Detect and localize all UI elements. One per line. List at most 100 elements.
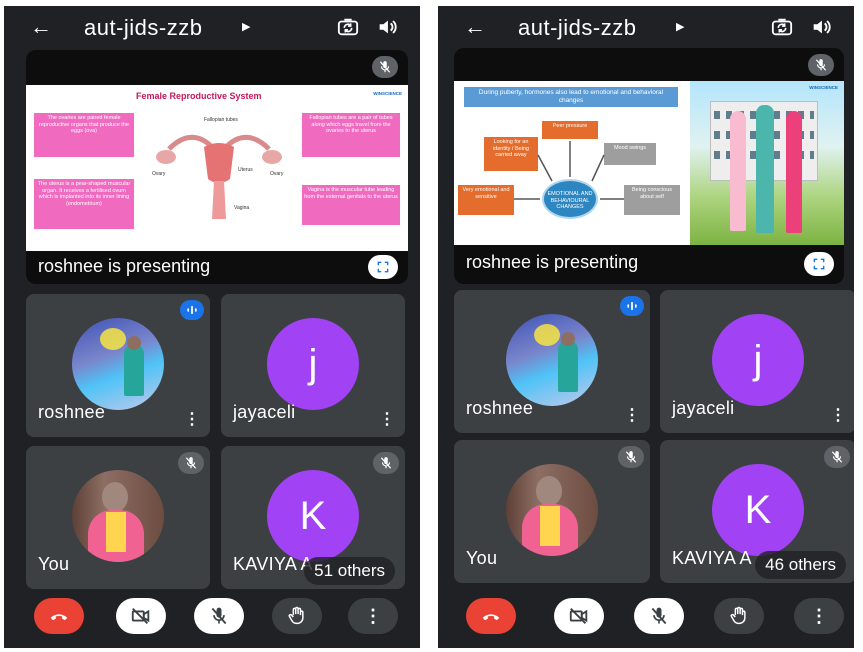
avatar: K [712, 464, 804, 556]
raise-hand-button[interactable] [714, 598, 764, 634]
hang-up-icon [48, 605, 70, 627]
slide-box-fallopian: Fallopian tubes are a pair of tubes alon… [302, 113, 400, 157]
caret-right-icon[interactable]: ▶ [242, 20, 250, 33]
camera-off-icon [568, 605, 590, 627]
participant-name: jayaceli [672, 398, 735, 418]
camera-off-icon [130, 605, 152, 627]
camera-off-button[interactable] [116, 598, 166, 634]
participant-tile-roshnee[interactable]: roshnee ⋮ [26, 294, 210, 437]
mic-off-icon [379, 456, 393, 470]
voice-activity-icon [185, 303, 199, 317]
more-options-icon[interactable]: ⋮ [379, 412, 395, 427]
top-bar: ← aut-jids-zzb ▶ [4, 6, 420, 48]
mic-off-icon [814, 58, 828, 72]
presentation-stage[interactable]: Female Reproductive System WINSCIENCE Th… [26, 50, 408, 284]
mic-off-icon [209, 606, 229, 626]
back-arrow-icon[interactable]: ← [30, 14, 52, 40]
hang-up-button[interactable] [34, 598, 84, 634]
avatar [72, 318, 164, 410]
participant-tile-you[interactable]: You [26, 446, 210, 589]
more-options-icon[interactable]: ⋮ [830, 408, 846, 423]
more-options-button[interactable]: ⋮ [794, 598, 844, 634]
participant-name: roshnee [38, 402, 106, 422]
voice-activity-icon [625, 299, 639, 313]
participant-tile-kaviya[interactable]: K KAVIYA A 46 others [660, 440, 854, 583]
slide-title: Female Reproductive System [136, 91, 262, 101]
participant-name: jayaceli [233, 402, 296, 422]
call-controls: ⋮ [4, 588, 420, 648]
slide-box-vagina: Vagina is the muscular tube leading from… [302, 185, 400, 225]
more-options-button[interactable]: ⋮ [348, 598, 398, 634]
others-count-chip[interactable]: 46 others [755, 551, 846, 579]
meeting-code[interactable]: aut-jids-zzb [84, 15, 202, 41]
muted-badge [373, 452, 399, 474]
mic-off-button[interactable] [194, 598, 244, 634]
diagram-label-ovary-right: Ovary [270, 171, 284, 177]
mic-off-icon [184, 456, 198, 470]
avatar: j [712, 314, 804, 406]
more-options-icon: ⋮ [810, 605, 828, 626]
presenting-label: roshnee is presenting [38, 256, 211, 276]
avatar [506, 314, 598, 406]
speaker-icon[interactable] [376, 16, 398, 38]
raise-hand-icon [728, 605, 750, 627]
speaker-icon[interactable] [810, 16, 832, 38]
slide-illustration: WINSCIENCE [690, 81, 844, 245]
slide-logo: WINSCIENCE [373, 91, 402, 96]
mic-off-icon [830, 450, 844, 464]
presentation-stage[interactable]: During puberty, hormones also lead to em… [454, 48, 844, 284]
diagram-label-vagina: Vagina [234, 205, 249, 211]
back-arrow-icon[interactable]: ← [464, 14, 486, 40]
diagram-label-uterus: Uterus [238, 167, 253, 173]
fullscreen-icon [812, 257, 826, 271]
participant-name: You [466, 548, 498, 568]
mic-off-icon [378, 60, 392, 74]
presenting-label: roshnee is presenting [466, 252, 639, 272]
slide-logo: WINSCIENCE [809, 85, 838, 90]
speaking-indicator [180, 300, 204, 320]
switch-camera-icon[interactable] [336, 16, 360, 38]
shared-slide: During puberty, hormones also lead to em… [454, 81, 844, 245]
hang-up-button[interactable] [466, 598, 516, 634]
diagram-label-fallopian: Fallopian tubes [204, 117, 238, 123]
participant-name: You [38, 554, 70, 574]
call-screen-2: ← aut-jids-zzb ▶ During puberty, hormone… [438, 6, 854, 648]
call-screen-1: ← aut-jids-zzb ▶ Female Reproductive Sys… [4, 6, 420, 648]
fullscreen-button[interactable] [368, 255, 398, 279]
mic-off-icon [649, 606, 669, 626]
more-options-icon[interactable]: ⋮ [184, 412, 200, 427]
switch-camera-icon[interactable] [770, 16, 794, 38]
muted-badge [618, 446, 644, 468]
muted-badge [178, 452, 204, 474]
avatar [506, 464, 598, 556]
caret-right-icon[interactable]: ▶ [676, 20, 684, 33]
meeting-code[interactable]: aut-jids-zzb [518, 15, 636, 41]
more-options-icon: ⋮ [364, 605, 382, 626]
slide-arrows [514, 141, 624, 200]
more-options-icon[interactable]: ⋮ [624, 408, 640, 423]
others-count-chip[interactable]: 51 others [304, 557, 395, 585]
participant-tile-jayaceli[interactable]: j jayaceli ⋮ [660, 290, 854, 433]
avatar [72, 470, 164, 562]
top-bar: ← aut-jids-zzb ▶ [438, 6, 854, 48]
muted-badge [824, 446, 850, 468]
fullscreen-button[interactable] [804, 252, 834, 276]
participant-name: KAVIYA A [672, 548, 752, 568]
mic-off-button[interactable] [634, 598, 684, 634]
participant-tile-you[interactable]: You [454, 440, 650, 583]
diagram-label-ovary-left: Ovary [152, 171, 166, 177]
raise-hand-icon [286, 605, 308, 627]
speaking-indicator [620, 296, 644, 316]
fullscreen-icon [376, 260, 390, 274]
call-controls: ⋮ [438, 588, 854, 648]
presenter-muted-badge [372, 56, 398, 78]
presenter-muted-badge [808, 54, 834, 76]
participant-name: KAVIYA A [233, 554, 313, 574]
participant-name: roshnee [466, 398, 534, 418]
camera-off-button[interactable] [554, 598, 604, 634]
participant-tile-kaviya[interactable]: K KAVIYA A 51 others [221, 446, 405, 589]
participant-tile-jayaceli[interactable]: j jayaceli ⋮ [221, 294, 405, 437]
participant-tile-roshnee[interactable]: roshnee ⋮ [454, 290, 650, 433]
slide-box-uterus: The uterus is a pear-shaped muscular org… [34, 179, 134, 229]
raise-hand-button[interactable] [272, 598, 322, 634]
